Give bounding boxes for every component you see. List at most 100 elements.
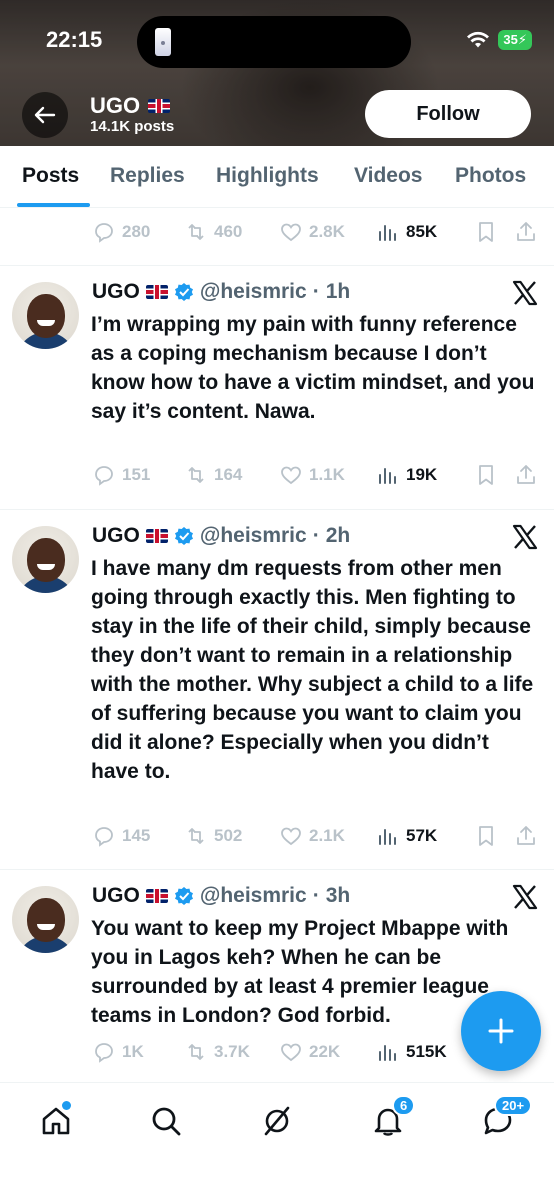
tab-posts[interactable]: Posts: [22, 164, 79, 188]
uk-flag-icon: [145, 285, 168, 299]
x-logo-icon: [512, 280, 538, 306]
bookmark-button[interactable]: [474, 463, 514, 487]
tweet-author-name[interactable]: UGO: [92, 280, 140, 304]
tweet-actions: 151 164 1.1K 19K: [92, 463, 538, 487]
nav-messages[interactable]: 20+: [478, 1095, 533, 1141]
battery-indicator: 35⚡: [498, 30, 532, 50]
flashlight-icon: [155, 28, 171, 56]
verified-badge-icon: [174, 527, 193, 545]
views-button[interactable]: 19K: [376, 463, 474, 487]
uk-flag-icon: [145, 889, 168, 903]
reply-icon: [95, 1043, 113, 1063]
repost-button[interactable]: 164: [184, 463, 279, 487]
reply-icon: [95, 827, 113, 847]
grok-icon: [264, 1106, 290, 1136]
tab-videos[interactable]: Videos: [354, 164, 422, 188]
reply-button[interactable]: 151: [92, 463, 184, 487]
compose-post-button[interactable]: [461, 991, 541, 1071]
reply-button[interactable]: 145: [92, 824, 184, 848]
home-unread-dot: [62, 1101, 71, 1110]
share-icon: [517, 826, 535, 845]
tweet[interactable]: UGO @heismric · 1h I’m wrapping my pain …: [0, 266, 554, 509]
like-count: 1.1K: [309, 465, 345, 484]
profile-tabs: Posts Replies Highlights Videos Photos: [0, 146, 554, 208]
avatar[interactable]: [12, 526, 79, 593]
plus-icon: [488, 1018, 514, 1044]
like-button[interactable]: 22K: [279, 1040, 376, 1064]
reply-button[interactable]: 280: [92, 220, 184, 244]
tweet-actions: 280 460 2.8K 85K: [92, 220, 538, 244]
repost-button[interactable]: 3.7K: [184, 1040, 279, 1064]
bookmark-icon: [479, 222, 493, 242]
follow-button[interactable]: Follow: [365, 90, 531, 138]
nav-home[interactable]: [36, 1101, 76, 1141]
tweet-header: UGO @heismric · 3h: [92, 884, 350, 908]
tweet-author-name[interactable]: UGO: [92, 884, 140, 908]
nav-search[interactable]: [146, 1101, 186, 1141]
share-button[interactable]: [514, 824, 538, 848]
tweet-actions: 145 502 2.1K 57K: [92, 824, 538, 848]
reply-button[interactable]: 1K: [92, 1040, 184, 1064]
share-button[interactable]: [514, 220, 538, 244]
like-button[interactable]: 1.1K: [279, 463, 376, 487]
bookmark-button[interactable]: [474, 824, 514, 848]
share-icon: [517, 222, 535, 241]
repost-count: 502: [214, 826, 243, 845]
tweet-handle[interactable]: @heismric: [200, 524, 307, 548]
tweet-time: 2h: [325, 524, 351, 547]
views-button[interactable]: 57K: [376, 824, 474, 848]
status-time: 22:15: [46, 27, 103, 52]
views-chart-icon: [379, 225, 396, 241]
repost-icon: [188, 224, 204, 240]
tweet[interactable]: UGO @heismric · 2h I have many dm reques…: [0, 510, 554, 869]
nav-notifications[interactable]: 6: [368, 1095, 416, 1141]
status-icons: 35⚡: [466, 30, 532, 50]
tab-highlights[interactable]: Highlights: [216, 164, 319, 188]
tab-photos[interactable]: Photos: [455, 164, 526, 188]
back-button[interactable]: [22, 92, 68, 138]
profile-name-text: UGO: [90, 93, 141, 118]
like-count: 22K: [309, 1042, 341, 1061]
tweet-actions: 1K 3.7K 22K 515K: [92, 1040, 474, 1064]
views-chart-icon: [379, 1045, 396, 1061]
repost-icon: [188, 467, 204, 483]
dynamic-island: [137, 16, 411, 68]
views-chart-icon: [379, 468, 396, 484]
tweet-author-name[interactable]: UGO: [92, 524, 140, 548]
profile-header: 22:15 35⚡ UGO 14.1K posts Follow: [0, 0, 554, 146]
dot-separator: ·: [312, 280, 320, 303]
views-button[interactable]: 85K: [376, 220, 474, 244]
post-count: 14.1K posts: [90, 118, 175, 135]
bookmark-icon: [479, 826, 493, 846]
reply-count: 145: [122, 826, 151, 845]
like-button[interactable]: 2.1K: [279, 824, 376, 848]
repost-button[interactable]: 460: [184, 220, 279, 244]
tweet-handle[interactable]: @heismric: [200, 280, 307, 304]
reply-count: 151: [122, 465, 151, 484]
views-button[interactable]: 515K: [376, 1040, 474, 1064]
tweet-time: 3h: [325, 884, 351, 907]
dot-separator: ·: [312, 884, 320, 907]
arrow-left-icon: [34, 106, 56, 124]
like-button[interactable]: 2.8K: [279, 220, 376, 244]
tweet-header: UGO @heismric · 2h: [92, 524, 350, 548]
share-button[interactable]: [514, 463, 538, 487]
nav-grok[interactable]: [257, 1101, 297, 1141]
dot-separator: ·: [312, 524, 320, 547]
reply-count: 1K: [122, 1042, 144, 1061]
tweet-time: 1h: [325, 280, 351, 303]
bookmark-button[interactable]: [474, 220, 514, 244]
tweet-header: UGO @heismric · 1h: [92, 280, 350, 304]
avatar[interactable]: [12, 282, 79, 349]
tab-replies[interactable]: Replies: [110, 164, 185, 188]
repost-button[interactable]: 502: [184, 824, 279, 848]
tweet-handle[interactable]: @heismric: [200, 884, 307, 908]
messages-badge: 20+: [494, 1095, 533, 1116]
tweet-text: I’m wrapping my pain with funny referenc…: [91, 313, 535, 423]
like-count: 2.1K: [309, 826, 345, 845]
view-count: 57K: [406, 826, 438, 845]
repost-count: 460: [214, 222, 243, 241]
avatar[interactable]: [12, 886, 79, 953]
repost-icon: [188, 1044, 204, 1060]
bookmark-icon: [479, 465, 493, 485]
